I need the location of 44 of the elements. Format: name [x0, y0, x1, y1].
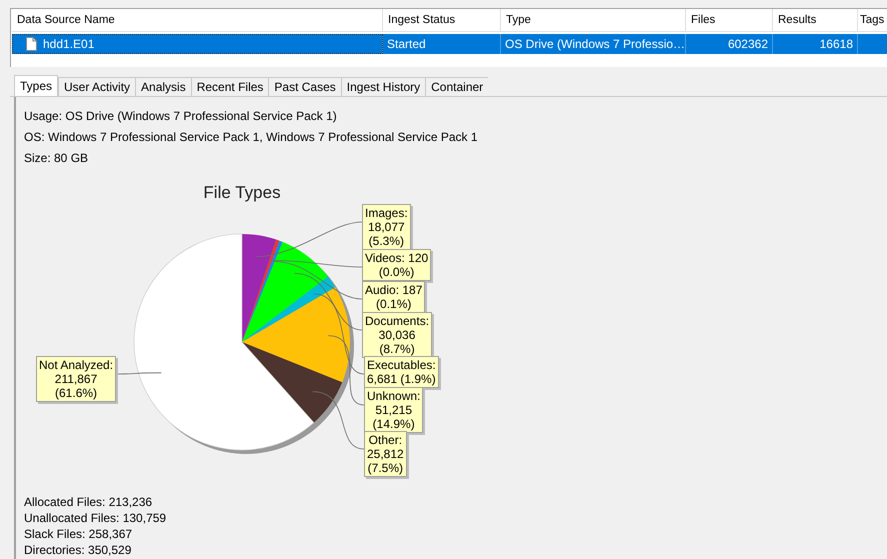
stat-text: Directories: 350,529: [24, 543, 132, 559]
slice-label: Executables: 6,681 (1.9%): [364, 356, 439, 388]
leader-line: [312, 391, 364, 450]
slice-label: Audio: 187 (0.1%): [362, 281, 426, 313]
column-header[interactable]: Type: [501, 9, 686, 32]
detail-text: Usage: OS Drive (Windows 7 Professional Service Pack 1): [24, 109, 338, 125]
tab[interactable]: Analysis: [135, 77, 191, 96]
table-cell[interactable]: Started: [383, 34, 501, 54]
cell-text: 602362: [728, 36, 768, 53]
leader-line: [328, 335, 364, 406]
detail-text: OS: Windows 7 Professional Service Pack 1, Windows 7 Professional Service Pack 1: [24, 130, 479, 146]
column-header[interactable]: Results: [773, 9, 858, 32]
slice-label: Images: 18,077 (5.3%): [362, 204, 411, 250]
cell-text: Started: [387, 36, 426, 53]
stat-text: Unallocated Files: 130,759: [24, 511, 168, 527]
tab[interactable]: Ingest History: [340, 77, 426, 96]
cell-text: 16618: [820, 36, 853, 53]
leader-line: [118, 372, 162, 374]
column-header[interactable]: Data Source Name: [12, 9, 383, 32]
slice-label: Unknown: 51,215 (14.9%): [364, 387, 424, 433]
stat-text: Slack Files: 258,367: [24, 527, 134, 543]
table-cell[interactable]: [858, 34, 887, 54]
stat-text: Allocated Files: 213,236: [24, 495, 154, 511]
tab[interactable]: Recent Files: [190, 77, 268, 96]
slice-label: Videos: 120 (0.0%): [362, 249, 432, 281]
tab[interactable]: User Activity: [58, 77, 136, 96]
column-header[interactable]: Files: [686, 9, 773, 32]
table-cell[interactable]: 16618: [773, 34, 858, 54]
slice-label: Documents: 30,036 (8.7%): [362, 312, 432, 358]
column-header[interactable]: Ingest Status: [383, 9, 501, 32]
cell-text: OS Drive (Windows 7 Professio…: [505, 36, 685, 53]
file-icon: [26, 37, 37, 51]
detail-text: Size: 80 GB: [24, 151, 90, 167]
chart-title: File Types: [202, 183, 282, 203]
slice-label: Not Analyzed: 211,867 (61.6%): [36, 356, 116, 402]
table-cell[interactable]: hdd1.E01: [12, 34, 383, 54]
tab[interactable]: Types: [14, 75, 58, 96]
table-cell[interactable]: OS Drive (Windows 7 Professio…: [501, 34, 686, 54]
tab[interactable]: Container: [425, 77, 488, 96]
tab[interactable]: Past Cases: [268, 77, 341, 96]
slice-label: Other: 25,812 (7.5%): [364, 431, 407, 477]
column-header[interactable]: Tags: [858, 9, 887, 32]
table-cell[interactable]: 602362: [686, 34, 773, 54]
cell-text: hdd1.E01: [43, 36, 94, 53]
